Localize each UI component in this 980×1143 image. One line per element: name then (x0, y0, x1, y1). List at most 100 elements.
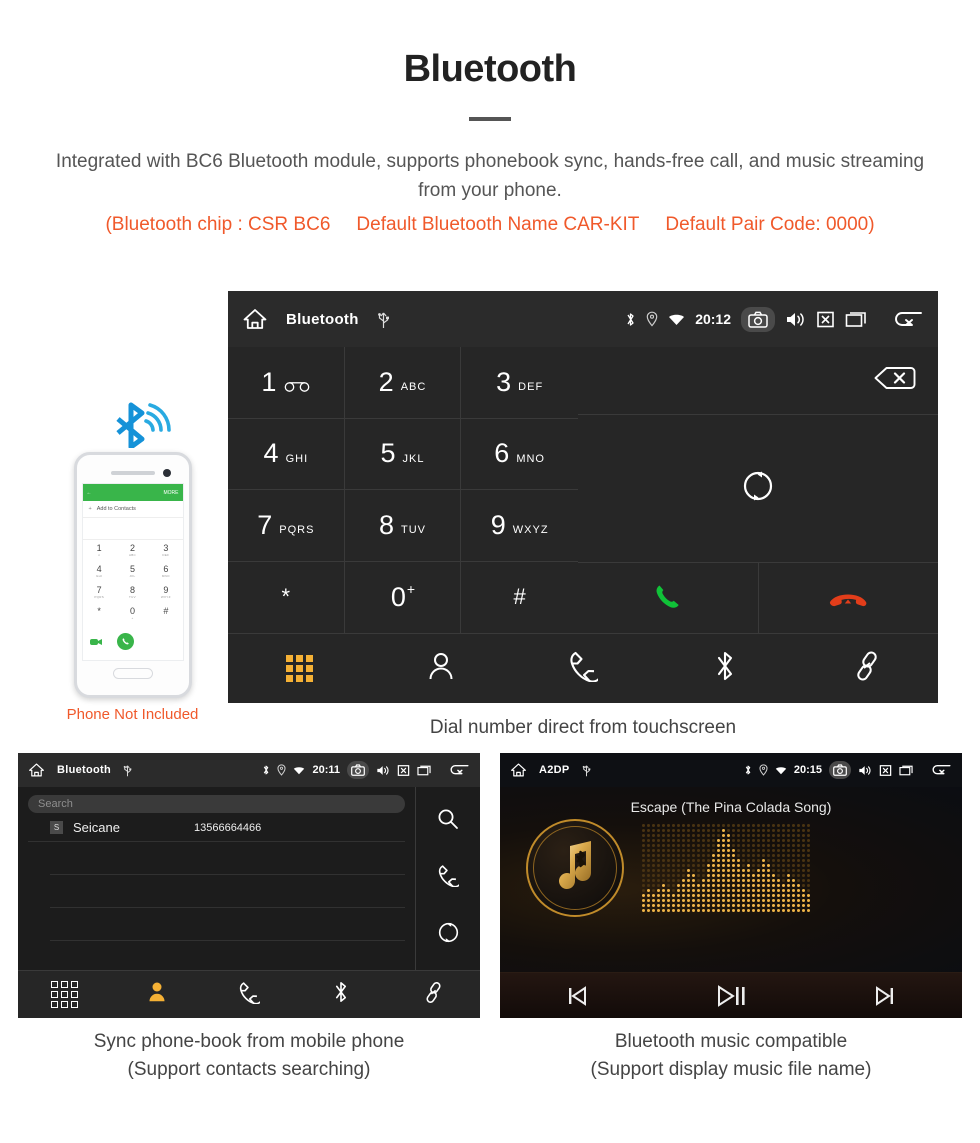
backspace-icon[interactable] (872, 365, 918, 396)
recents-icon[interactable] (845, 310, 868, 329)
camera-icon[interactable] (741, 306, 775, 332)
bluetooth-signal-icon (115, 400, 290, 450)
phone-add-contact-label: Add to Contacts (96, 506, 136, 512)
track-title: Escape (The Pina Colada Song) (630, 799, 832, 815)
key-letters: MNO (516, 452, 545, 465)
back-arrow-icon[interactable] (929, 763, 952, 777)
search-input[interactable]: Search (28, 795, 405, 813)
clock: 20:15 (793, 764, 822, 776)
phone-key: * (97, 606, 101, 616)
key-3[interactable]: 3 DEF (461, 347, 578, 419)
mute-box-icon[interactable] (397, 764, 410, 777)
link-icon (422, 981, 445, 1009)
sidebar-item-pair[interactable] (796, 650, 938, 687)
mute-box-icon[interactable] (879, 764, 892, 777)
home-icon[interactable] (242, 307, 268, 331)
playback-controls (500, 972, 962, 1018)
key-digit: 6 (494, 438, 510, 469)
phone-key: 6 MNO (161, 564, 170, 578)
bluetooth-music-note-icon (526, 819, 624, 917)
recents-icon[interactable] (417, 764, 432, 777)
sidebar-item-contacts[interactable] (370, 651, 512, 686)
phone-add-contact-row: + Add to Contacts (82, 501, 183, 518)
number-display[interactable] (578, 347, 938, 415)
bottom-tab-bar (228, 633, 938, 703)
back-arrow-icon[interactable] (890, 309, 924, 330)
camera-icon[interactable] (347, 761, 369, 779)
keypad: 1 2 ABC 3 DEF 4 GHI 5 JKL 6 MNO 7 PQRS 8… (228, 347, 578, 633)
key-7[interactable]: 7 PQRS (228, 490, 345, 562)
recents-icon[interactable] (899, 764, 914, 777)
key-digit: 1 (261, 366, 277, 397)
spec-line: (Bluetooth chip : CSR BC6 Default Bluetoo… (0, 214, 980, 236)
screen-title: Bluetooth (286, 310, 359, 328)
sidebar-item-bluetooth[interactable] (654, 649, 796, 688)
avatar: S (50, 821, 63, 834)
key-digit: # (513, 584, 526, 610)
speaker-icon[interactable] (858, 764, 872, 777)
key-letters: PQRS (279, 524, 315, 537)
back-arrow-icon[interactable] (447, 763, 470, 777)
key-plus: + (406, 581, 416, 598)
next-track-button[interactable] (808, 984, 962, 1008)
key-5[interactable]: 5 JKL (344, 418, 462, 490)
screen-title: A2DP (539, 764, 570, 776)
home-icon[interactable] (28, 762, 45, 778)
key-star[interactable]: * (228, 561, 345, 633)
call-button[interactable] (578, 563, 759, 633)
sync-icon[interactable] (437, 921, 460, 949)
hangup-button[interactable] (759, 563, 939, 633)
contact-row-empty (50, 875, 405, 908)
sidebar-item-dialpad[interactable] (228, 655, 370, 682)
home-icon[interactable] (510, 762, 527, 778)
contact-number: 13566664466 (193, 821, 262, 834)
phone-key: # (163, 606, 169, 616)
contact-row[interactable]: S Seicane 13566664466 (28, 813, 405, 842)
link-icon (851, 650, 883, 687)
key-letters: ABC (400, 381, 427, 394)
sidebar-item-pair[interactable] (388, 981, 480, 1009)
status-bar: Bluetooth 20:11 (18, 753, 480, 787)
key-9[interactable]: 9 WXYZ (461, 490, 578, 562)
play-pause-button[interactable] (654, 983, 808, 1009)
contact-row-empty (50, 842, 405, 875)
previous-track-button[interactable] (500, 984, 654, 1008)
music-caption-line2: (Support display music file name) (590, 1058, 872, 1080)
key-hash[interactable]: # (461, 561, 578, 633)
phonebook-caption-line2: (Support contacts searching) (127, 1058, 371, 1080)
handset-icon[interactable] (437, 864, 462, 892)
phone-keypad-icon (156, 635, 168, 648)
key-digit: 8 (378, 509, 394, 540)
location-icon (646, 311, 658, 327)
clock: 20:11 (312, 764, 340, 776)
key-2[interactable]: 2 ABC (344, 347, 462, 419)
mute-box-icon[interactable] (816, 310, 835, 329)
sidebar-item-contacts[interactable] (110, 981, 202, 1008)
wifi-icon (293, 766, 305, 775)
phone-key: 7 PQRS (94, 585, 105, 599)
search-icon[interactable] (437, 808, 459, 835)
speaker-icon[interactable] (785, 310, 806, 329)
camera-icon[interactable] (829, 761, 851, 779)
key-letters: WXYZ (512, 524, 549, 537)
sidebar-item-call-log[interactable] (203, 981, 295, 1009)
phone-call-icon (116, 633, 134, 650)
phone-keypad: 1 ∞ 2 ABC 3 DEF 4 GHI 5 JKL 6 MNO 7 PQRS 8 TUV 9… (83, 540, 183, 624)
clock: 20:12 (695, 311, 731, 327)
phone-screen: ← MORE + Add to Contacts 1 ∞ 2 ABC 3 DEF 4 GH… (81, 483, 184, 661)
phone-key: 4 GHI (96, 564, 103, 578)
key-letters: GHI (285, 452, 309, 465)
sidebar-item-bluetooth[interactable] (295, 980, 387, 1009)
phonebook-screen: Bluetooth 20:11 Search S Seicane 1356666… (18, 753, 480, 1018)
key-0[interactable]: 0 + (344, 561, 462, 633)
sync-icon[interactable] (741, 469, 775, 508)
music-content (500, 815, 962, 917)
speaker-icon[interactable] (376, 764, 390, 777)
key-8[interactable]: 8 TUV (344, 490, 462, 562)
key-6[interactable]: 6 MNO (461, 418, 578, 490)
contacts-list: Search S Seicane 13566664466 (18, 787, 416, 970)
spec-chip: (Bluetooth chip : CSR BC6 (105, 213, 331, 235)
sidebar-item-call-log[interactable] (512, 650, 654, 687)
sidebar-item-dialpad[interactable] (18, 981, 110, 1008)
dialer-right-panel (578, 347, 938, 633)
